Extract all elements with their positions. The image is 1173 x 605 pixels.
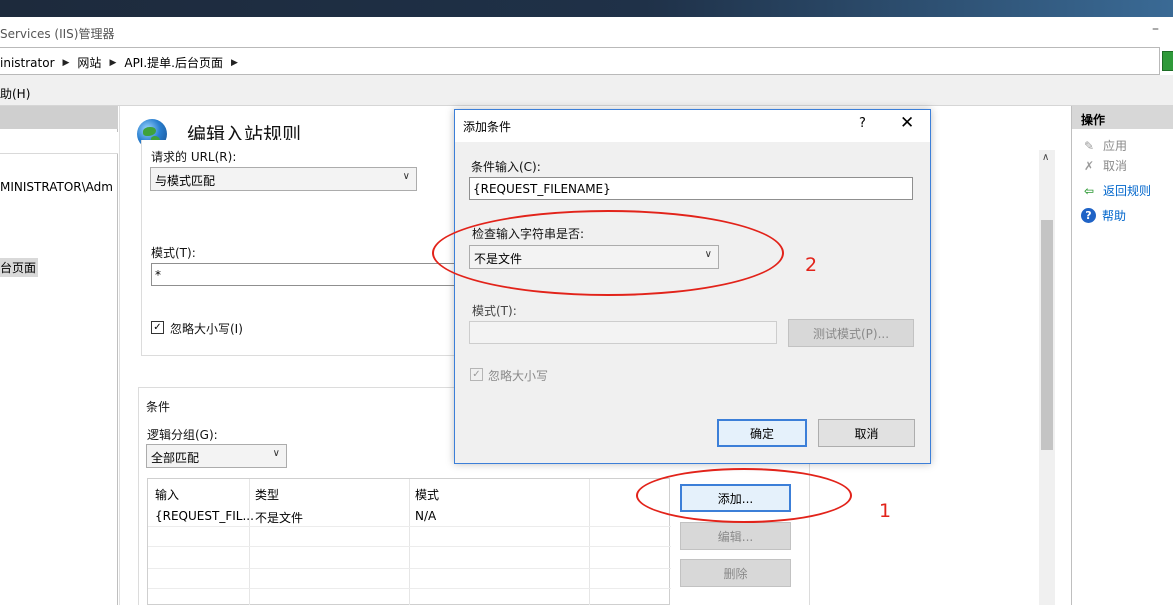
delete-condition-button[interactable]: 删除 — [680, 559, 791, 587]
table-row[interactable]: {REQUEST_FIL... 不是文件 N/A — [148, 506, 669, 526]
annotation-number-2: 2 — [805, 254, 818, 276]
dialog-help-button[interactable]: ? — [859, 116, 866, 131]
action-help[interactable]: ? 帮助 — [1081, 207, 1126, 224]
cell-input: {REQUEST_FIL... — [155, 509, 254, 523]
window-title: Services (IIS)管理器 — [0, 27, 115, 41]
column-header-pattern[interactable]: 模式 — [415, 486, 439, 503]
back-arrow-icon: ⇦ — [1083, 183, 1095, 198]
pattern-input[interactable]: * — [151, 263, 456, 286]
cell-type: 不是文件 — [255, 511, 304, 525]
breadcrumb-item-site[interactable]: API.提单.后台页面 — [124, 54, 223, 71]
breadcrumb-arrow-icon[interactable]: ▶ — [109, 58, 116, 68]
logical-grouping-select[interactable]: 全部匹配 ∨ — [146, 444, 287, 468]
desktop-top-band — [0, 0, 1173, 17]
action-back-label: 返回规则 — [1103, 184, 1152, 198]
action-help-label: 帮助 — [1102, 209, 1127, 223]
scroll-thumb[interactable] — [1041, 220, 1053, 450]
menu-bar: 助(H) — [0, 75, 1173, 106]
edit-condition-button[interactable]: 编辑... — [680, 522, 791, 550]
condition-input-field[interactable]: {REQUEST_FILENAME} — [469, 177, 913, 200]
ignore-case-label: 忽略大小写(I) — [170, 322, 243, 336]
requested-url-select[interactable]: 与模式匹配 ∨ — [150, 167, 417, 191]
column-header-type[interactable]: 类型 — [255, 486, 279, 503]
action-cancel[interactable]: ✗ 取消 — [1081, 157, 1127, 174]
dialog-pattern-input[interactable] — [469, 321, 777, 344]
breadcrumb-arrow-icon[interactable]: ▶ — [231, 58, 238, 68]
breadcrumb-item-sites[interactable]: 网站 — [77, 54, 101, 71]
actions-header: 操作 — [1072, 106, 1173, 129]
logical-grouping-label: 逻辑分组(G): — [147, 428, 218, 442]
breadcrumb: inistrator ▶ 网站 ▶ API.提单.后台页面 ▶ — [0, 54, 238, 71]
apply-icon: ✎ — [1083, 138, 1095, 153]
annotation-number-1: 1 — [879, 500, 892, 522]
ok-button[interactable]: 确定 — [717, 419, 807, 447]
breadcrumb-arrow-icon[interactable]: ▶ — [63, 58, 70, 68]
tree-node-server[interactable]: MINISTRATOR\Adm — [0, 180, 113, 194]
dialog-pattern-label: 模式(T): — [472, 304, 517, 318]
vertical-scrollbar[interactable]: ∧ — [1039, 150, 1055, 605]
refresh-icon[interactable] — [1162, 51, 1173, 71]
connections-header — [0, 106, 118, 129]
conditions-group-label: 条件 — [146, 400, 171, 414]
cancel-icon: ✗ — [1083, 158, 1095, 173]
condition-input-value: {REQUEST_FILENAME} — [473, 182, 611, 196]
dialog-ignore-case-checkbox[interactable]: ✓ — [470, 368, 483, 381]
column-header-input[interactable]: 输入 — [155, 486, 179, 503]
chevron-down-icon: ∨ — [402, 171, 410, 182]
cell-pattern: N/A — [415, 509, 437, 523]
chevron-down-icon: ∨ — [272, 448, 280, 459]
pattern-label: 模式(T): — [151, 246, 196, 260]
condition-input-label: 条件输入(C): — [471, 160, 541, 174]
test-pattern-button[interactable]: 测试模式(P)... — [788, 319, 914, 347]
action-apply-label: 应用 — [1103, 139, 1128, 153]
minimize-button[interactable]: – — [1152, 21, 1172, 37]
help-icon: ? — [1081, 208, 1096, 223]
connections-pane: MINISTRATOR\Adm 台页面 — [0, 106, 118, 605]
connections-toolbar — [0, 132, 118, 154]
actions-pane: 操作 ✎ 应用 ✗ 取消 ⇦ 返回规则 ? 帮助 — [1071, 106, 1173, 605]
dialog-ignore-case-label: 忽略大小写 — [488, 369, 549, 383]
action-back-to-rules[interactable]: ⇦ 返回规则 — [1081, 182, 1151, 199]
cancel-button[interactable]: 取消 — [818, 419, 915, 447]
annotation-ellipse-check — [432, 210, 784, 296]
scroll-up-icon[interactable]: ∧ — [1042, 152, 1049, 163]
annotation-ellipse-add — [636, 468, 852, 523]
breadcrumb-item-admin[interactable]: inistrator — [0, 56, 55, 70]
close-icon[interactable]: ✕ — [900, 113, 914, 133]
action-cancel-label: 取消 — [1103, 159, 1128, 173]
tree-node-site[interactable]: 台页面 — [0, 258, 39, 277]
title-bar: Services (IIS)管理器 – — [0, 17, 1173, 47]
address-bar[interactable]: inistrator ▶ 网站 ▶ API.提单.后台页面 ▶ — [0, 47, 1160, 75]
requested-url-label: 请求的 URL(R): — [151, 150, 237, 164]
pattern-value: * — [155, 268, 161, 282]
dialog-title: 添加条件 — [463, 120, 512, 134]
ignore-case-checkbox[interactable]: ✓ — [151, 321, 164, 334]
action-apply[interactable]: ✎ 应用 — [1081, 137, 1127, 154]
requested-url-value: 与模式匹配 — [155, 174, 216, 188]
menu-help[interactable]: 助(H) — [0, 85, 30, 102]
conditions-table[interactable]: 输入 类型 模式 {REQUEST_FIL... 不是文件 N/A — [147, 478, 671, 605]
logical-grouping-value: 全部匹配 — [151, 451, 200, 465]
